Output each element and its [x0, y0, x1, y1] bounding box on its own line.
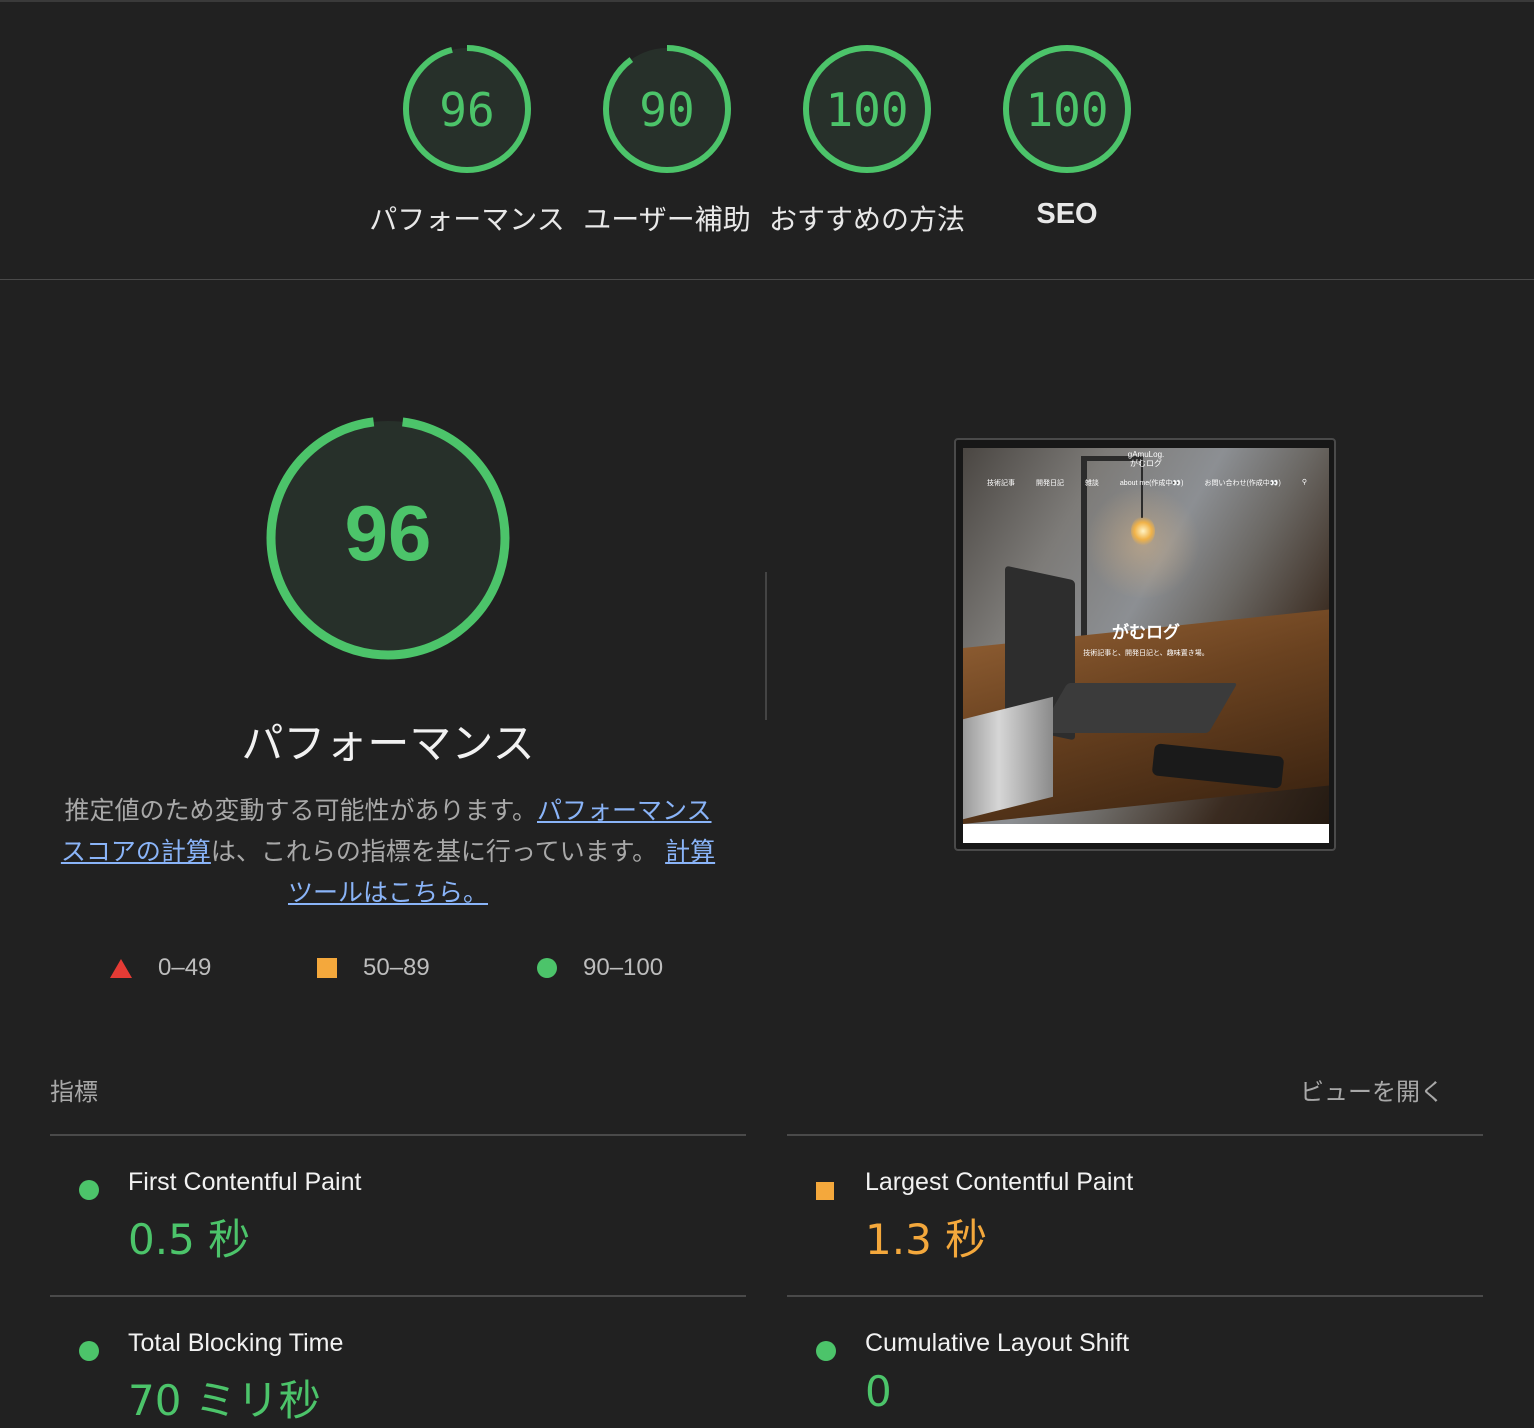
- gauge-accessibility[interactable]: 90 ユーザー補助: [567, 42, 767, 238]
- site-nav-item: 雑談: [1084, 480, 1099, 487]
- header-divider: [0, 279, 1534, 280]
- legend-fail: 0–49: [110, 950, 211, 986]
- description-text: 推定値のため変動する可能性があります。: [64, 796, 537, 825]
- site-nav-item: about me(作成中👀): [1119, 480, 1184, 487]
- search-icon: ⚲: [1301, 479, 1307, 486]
- circle-icon: [79, 1180, 99, 1200]
- site-logo: gAmuLog. がむログ: [963, 450, 1329, 468]
- metric-value: 0.5 秒: [128, 1215, 251, 1264]
- site-nav-item: 技術記事: [987, 480, 1015, 487]
- gauge-ring-best-practices: 100: [803, 45, 931, 173]
- gauge-ring-seo: 100: [1003, 45, 1131, 173]
- metrics-rule: [50, 1134, 746, 1136]
- metric-value: 70 ミリ秒: [128, 1376, 321, 1425]
- legend-pass: 90–100: [537, 950, 663, 986]
- gauge-score-accessibility: 90: [639, 83, 694, 137]
- gauge-ring-performance: 96: [403, 45, 531, 173]
- metrics-heading: 指標: [50, 1078, 98, 1106]
- metrics-rule: [787, 1295, 1483, 1297]
- screenshot-footer-strip: [963, 824, 1329, 843]
- legend-fail-label: 0–49: [158, 954, 212, 981]
- legend-average-label: 50–89: [363, 954, 430, 981]
- circle-icon: [79, 1341, 99, 1361]
- metrics-rule: [50, 1295, 746, 1297]
- summary-header: 96 パフォーマンス 90 ユーザー補助 100 おすすめの方法 100 SEO: [0, 0, 1534, 280]
- gauge-score-performance: 96: [439, 83, 494, 137]
- vertical-divider: [765, 572, 767, 720]
- site-nav-item: お問い合わせ(作成中👀): [1204, 480, 1281, 487]
- triangle-icon: [110, 958, 132, 978]
- site-nav-item: 開発日記: [1035, 480, 1064, 487]
- gauge-best-practices[interactable]: 100 おすすめの方法: [767, 42, 967, 238]
- lamp-bulb: [1131, 516, 1155, 546]
- gauge-label-best-practices: おすすめの方法: [768, 203, 965, 236]
- final-screenshot: gAmuLog. がむログ 技術記事 開発日記 雑談 about me(作成中👀…: [963, 448, 1329, 824]
- gauge-label-seo: SEO: [1036, 198, 1098, 230]
- gauge-label-performance: パフォーマンス: [369, 203, 565, 236]
- performance-gauge-large: 96: [266, 416, 510, 660]
- legend-pass-label: 90–100: [583, 954, 664, 981]
- metrics-rule: [787, 1134, 1483, 1136]
- metric-title: Total Blocking Time: [128, 1329, 344, 1357]
- metric-title: Largest Contentful Paint: [865, 1168, 1134, 1196]
- square-icon: [317, 958, 337, 978]
- site-nav: 技術記事 開発日記 雑談 about me(作成中👀) お問い合わせ(作成中👀)…: [987, 478, 1307, 488]
- site-logo-line1: gAmuLog.: [1127, 450, 1165, 459]
- site-logo-line2: がむログ: [1130, 459, 1162, 468]
- gauge-performance[interactable]: 96 パフォーマンス: [367, 42, 567, 238]
- performance-title: パフォーマンス: [241, 719, 535, 768]
- gauge-score-best-practices: 100: [825, 83, 908, 137]
- metric-value: 1.3 秒: [865, 1215, 988, 1264]
- metric-value: 0: [865, 1367, 892, 1416]
- gauge-seo[interactable]: 100 SEO: [967, 42, 1167, 231]
- circle-icon: [816, 1341, 836, 1361]
- site-hero-subtitle: 技術記事と、開発日記と、趣味置き場。: [1083, 649, 1209, 657]
- metric-title: Cumulative Layout Shift: [865, 1329, 1130, 1357]
- gauge-label-accessibility: ユーザー補助: [583, 203, 751, 236]
- metric-title: First Contentful Paint: [128, 1168, 362, 1196]
- gauge-ring-accessibility: 90: [603, 45, 731, 173]
- legend-average: 50–89: [317, 950, 430, 986]
- performance-description: 推定値のため変動する可能性があります。パフォーマンス スコアの計算は、これらの指…: [50, 790, 726, 913]
- circle-icon: [537, 958, 557, 978]
- description-mid: は、これらの指標を基に行っています。: [210, 837, 658, 866]
- square-icon: [816, 1182, 834, 1200]
- gauge-score-seo: 100: [1025, 83, 1108, 137]
- expand-view-toggle[interactable]: ビューを開く: [1300, 1072, 1444, 1107]
- laptop-base: [1038, 683, 1238, 733]
- performance-score: 96: [345, 489, 432, 577]
- site-hero-title: がむログ: [1112, 623, 1180, 643]
